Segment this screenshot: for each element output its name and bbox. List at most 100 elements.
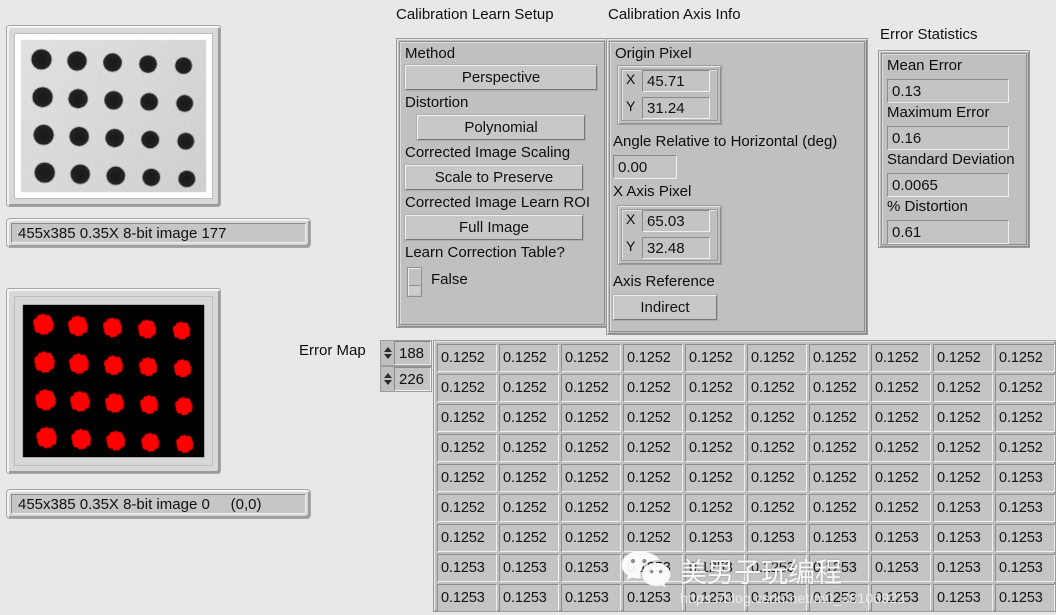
learn-correction-table-switch[interactable]: [407, 267, 422, 297]
error-map-cell[interactable]: 0.1252: [747, 434, 807, 462]
corrected-image-scaling-ring[interactable]: Scale to Preserve: [405, 165, 583, 190]
error-map-cell[interactable]: 0.1252: [871, 374, 931, 402]
error-map-col-index-arrows[interactable]: [381, 367, 394, 391]
error-map-cell[interactable]: 0.1252: [747, 344, 807, 372]
error-map-cell[interactable]: 0.1252: [809, 374, 869, 402]
error-map-cell[interactable]: 0.1252: [561, 524, 621, 552]
error-map-cell[interactable]: 0.1252: [561, 464, 621, 492]
error-map-cell[interactable]: 0.1252: [809, 344, 869, 372]
error-map-cell[interactable]: 0.1252: [995, 344, 1055, 372]
error-map-cell[interactable]: 0.1252: [499, 404, 559, 432]
error-map-cell[interactable]: 0.1252: [623, 494, 683, 522]
error-map-cell[interactable]: 0.1252: [685, 374, 745, 402]
error-map-cell[interactable]: 0.1252: [747, 374, 807, 402]
error-map-cell[interactable]: 0.1253: [561, 584, 621, 612]
error-map-cell[interactable]: 0.1252: [561, 494, 621, 522]
error-map-cell[interactable]: 0.1253: [933, 494, 993, 522]
error-map-cell[interactable]: 0.1253: [561, 554, 621, 582]
origin-x-value[interactable]: 45.71: [642, 70, 710, 92]
error-map-cell[interactable]: 0.1252: [437, 374, 497, 402]
chevron-up-icon[interactable]: [384, 347, 392, 352]
error-map-cell[interactable]: 0.1252: [561, 374, 621, 402]
error-map-cell[interactable]: 0.1252: [499, 464, 559, 492]
error-map-cell[interactable]: 0.1252: [685, 404, 745, 432]
error-map-cell[interactable]: 0.1253: [623, 584, 683, 612]
origin-y-value[interactable]: 31.24: [642, 97, 710, 119]
error-map-cell[interactable]: 0.1253: [623, 554, 683, 582]
error-map-cell[interactable]: 0.1252: [995, 434, 1055, 462]
error-map-cell[interactable]: 0.1252: [871, 344, 931, 372]
error-map-cell[interactable]: 0.1252: [809, 434, 869, 462]
error-map-cell[interactable]: 0.1252: [437, 494, 497, 522]
error-map-cell[interactable]: 0.1252: [995, 374, 1055, 402]
error-map-cell[interactable]: 0.1252: [437, 344, 497, 372]
error-map-cell[interactable]: 0.1252: [871, 404, 931, 432]
error-map-cell[interactable]: 0.1253: [995, 524, 1055, 552]
error-map-cell[interactable]: 0.1252: [499, 374, 559, 402]
error-map-cell[interactable]: 0.1252: [871, 464, 931, 492]
error-map-cell[interactable]: 0.1252: [685, 464, 745, 492]
error-map-cell[interactable]: 0.1252: [747, 494, 807, 522]
error-map-cell[interactable]: 0.1252: [623, 434, 683, 462]
angle-relative-value[interactable]: 0.00: [613, 155, 677, 179]
chevron-down-icon[interactable]: [384, 354, 392, 359]
error-map-cell[interactable]: 0.1253: [747, 554, 807, 582]
error-map-row-index-arrows[interactable]: [381, 341, 394, 365]
error-map-cell[interactable]: 0.1252: [499, 344, 559, 372]
error-map-cell[interactable]: 0.1253: [499, 554, 559, 582]
error-map-cell[interactable]: 0.1253: [809, 524, 869, 552]
method-ring[interactable]: Perspective: [405, 65, 597, 90]
error-map-array[interactable]: 0.1252 0.1252 0.1252 0.1252 0.1252 0.1252 0.12…: [433, 340, 1056, 612]
error-map-cell[interactable]: 0.1253: [809, 554, 869, 582]
error-map-cell[interactable]: 0.1252: [561, 344, 621, 372]
error-map-cell[interactable]: 0.1253: [995, 584, 1055, 612]
error-map-cell[interactable]: 0.1252: [623, 464, 683, 492]
corrected-image-learn-roi-ring[interactable]: Full Image: [405, 215, 583, 240]
error-map-cell[interactable]: 0.1252: [561, 404, 621, 432]
error-map-cell[interactable]: 0.1253: [933, 524, 993, 552]
error-map-cell[interactable]: 0.1252: [871, 494, 931, 522]
error-map-cell[interactable]: 0.1252: [809, 494, 869, 522]
error-map-cell[interactable]: 0.1252: [685, 494, 745, 522]
error-map-cell[interactable]: 0.1252: [437, 524, 497, 552]
error-map-cell[interactable]: 0.1252: [623, 404, 683, 432]
error-map-cell[interactable]: 0.1253: [437, 584, 497, 612]
error-map-cell[interactable]: 0.1252: [561, 434, 621, 462]
error-map-cell[interactable]: 0.1253: [871, 524, 931, 552]
error-map-cell[interactable]: 0.1252: [995, 404, 1055, 432]
distortion-ring[interactable]: Polynomial: [417, 115, 585, 140]
error-map-cell[interactable]: 0.1253: [685, 524, 745, 552]
grayscale-calibration-image[interactable]: [6, 25, 221, 207]
error-map-cell[interactable]: 0.1252: [809, 404, 869, 432]
error-map-cell[interactable]: 0.1252: [933, 344, 993, 372]
error-map-cell[interactable]: 0.1252: [623, 374, 683, 402]
error-map-cell[interactable]: 0.1253: [933, 584, 993, 612]
error-map-cell[interactable]: 0.1252: [933, 374, 993, 402]
error-map-cell[interactable]: 0.1252: [623, 524, 683, 552]
error-map-cell[interactable]: 0.1252: [499, 494, 559, 522]
error-map-cell[interactable]: 0.1252: [623, 344, 683, 372]
chevron-up-icon[interactable]: [384, 373, 392, 378]
error-map-col-index[interactable]: 226: [380, 366, 432, 392]
error-map-cell[interactable]: 0.1253: [995, 464, 1055, 492]
error-map-col-index-value[interactable]: 226: [394, 367, 431, 391]
error-map-cell[interactable]: 0.1253: [437, 554, 497, 582]
error-map-row-index-value[interactable]: 188: [394, 341, 431, 365]
axis-reference-ring[interactable]: Indirect: [613, 295, 717, 320]
error-map-cell[interactable]: 0.1252: [933, 404, 993, 432]
error-map-cell[interactable]: 0.1252: [437, 404, 497, 432]
error-map-cell[interactable]: 0.1253: [933, 554, 993, 582]
error-map-cell[interactable]: 0.1252: [685, 344, 745, 372]
binary-threshold-image[interactable]: [6, 288, 221, 474]
x-axis-y-value[interactable]: 32.48: [642, 237, 710, 259]
error-map-cell[interactable]: 0.1252: [499, 434, 559, 462]
error-map-cell[interactable]: 0.1252: [747, 464, 807, 492]
error-map-cell[interactable]: 0.1253: [685, 554, 745, 582]
error-map-cell[interactable]: 0.1253: [747, 524, 807, 552]
error-map-cell[interactable]: 0.1252: [747, 404, 807, 432]
error-map-cell[interactable]: 0.1252: [809, 464, 869, 492]
error-map-cell[interactable]: 0.1252: [437, 464, 497, 492]
error-map-cell[interactable]: 0.1253: [995, 494, 1055, 522]
error-map-cell[interactable]: 0.1252: [499, 524, 559, 552]
error-map-cell[interactable]: 0.1252: [933, 464, 993, 492]
